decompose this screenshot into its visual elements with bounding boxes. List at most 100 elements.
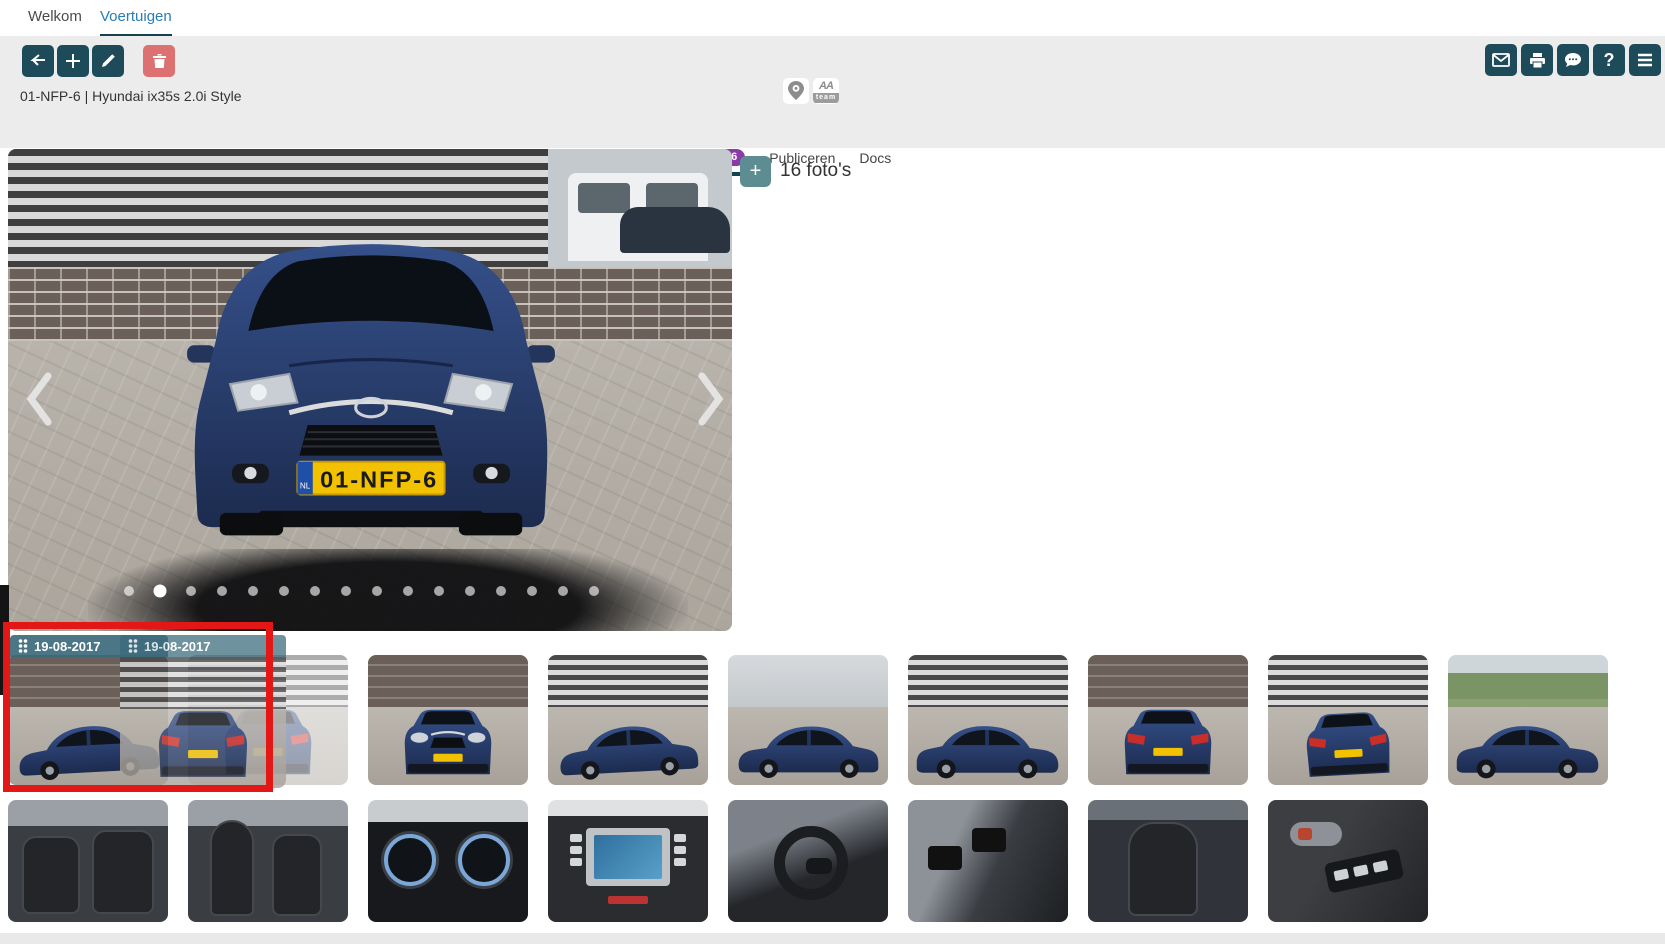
carousel-dot[interactable] <box>217 586 227 596</box>
car-rear-right-view <box>1286 706 1409 782</box>
car-side-view <box>912 717 1064 779</box>
menu-button[interactable] <box>1629 44 1661 76</box>
tab-docs[interactable]: Docs <box>859 150 891 176</box>
carousel-dot[interactable] <box>341 586 351 596</box>
speedometer <box>384 834 436 886</box>
carousel-dot[interactable] <box>465 586 475 596</box>
main-photo-car-front: NL 01-NFP-6 <box>136 204 606 554</box>
header: ? 01-NFP-6 | Hyundai ix35s 2.0i Style AA… <box>0 36 1665 148</box>
drag-preview-image <box>120 657 286 788</box>
aa-logo-subtext: team <box>813 93 839 103</box>
back-arrow-icon <box>29 52 47 70</box>
add-photo-button[interactable]: + <box>740 156 771 187</box>
photo-thumbnail-11[interactable] <box>188 800 348 922</box>
thumbnail-date: 19-08-2017 <box>34 639 101 654</box>
vehicle-title: 01-NFP-6 | Hyundai ix35s 2.0i Style <box>20 88 242 104</box>
front-seats-photo <box>188 800 348 922</box>
chat-button[interactable] <box>1557 44 1589 76</box>
photo-thumbnail-14[interactable] <box>728 800 888 922</box>
chat-bubble-icon <box>1564 52 1582 69</box>
carousel-dot-active[interactable] <box>154 585 167 598</box>
app-window: Welkom Voertuigen ? 01-NFP-6 <box>0 0 1665 944</box>
carousel-next-button[interactable] <box>696 371 726 427</box>
photo-carousel: NL 01-NFP-6 <box>8 149 732 631</box>
car-rear-view <box>1113 705 1223 779</box>
carousel-dot[interactable] <box>279 586 289 596</box>
drag-preview-date: 19-08-2017 <box>144 639 211 654</box>
carousel-dot[interactable] <box>186 586 196 596</box>
front-seat-photo <box>1088 800 1248 922</box>
background-car <box>620 207 730 253</box>
carousel-prev-button[interactable] <box>24 371 54 427</box>
car-rear-quarter-view <box>147 706 259 782</box>
dashboard-vents <box>928 846 962 870</box>
drag-preview[interactable]: 19-08-2017 <box>120 635 286 788</box>
photo-thumbnail-4[interactable] <box>548 655 708 785</box>
carousel-dot[interactable] <box>248 586 258 596</box>
printer-icon <box>1529 52 1546 69</box>
plus-icon <box>65 53 81 69</box>
photo-thumbnail-3[interactable] <box>368 655 528 785</box>
carousel-dot[interactable] <box>403 586 413 596</box>
car-side-profile-view <box>1452 717 1604 779</box>
drag-handle-icon <box>18 639 28 653</box>
rear-seats-photo <box>8 800 168 922</box>
photo-thumbnail-8[interactable] <box>1268 655 1428 785</box>
map-pin-icon <box>788 81 804 101</box>
tab-label: Docs <box>859 150 891 166</box>
photo-thumbnail-16[interactable] <box>1088 800 1248 922</box>
hamburger-menu-icon <box>1637 53 1653 67</box>
tab-voertuigen[interactable]: Voertuigen <box>100 8 172 37</box>
carousel-dot[interactable] <box>372 586 382 596</box>
plate-number: 01-NFP-6 <box>320 466 438 492</box>
carousel-dot[interactable] <box>434 586 444 596</box>
photo-thumbnail-9[interactable] <box>1448 655 1608 785</box>
photo-thumbnail-7[interactable] <box>1088 655 1248 785</box>
location-publish-button[interactable] <box>783 78 809 104</box>
carousel-dot[interactable] <box>558 586 568 596</box>
aa-team-publish-button[interactable]: AA team <box>813 78 839 104</box>
photo-count-label: 16 foto's <box>780 160 851 182</box>
door-handle <box>1290 822 1342 846</box>
carousel-dot[interactable] <box>589 586 599 596</box>
question-mark-icon: ? <box>1604 50 1615 71</box>
tachometer <box>458 834 510 886</box>
delete-button[interactable] <box>143 45 175 77</box>
trash-icon <box>152 53 167 69</box>
car-front-right-view <box>552 713 703 783</box>
carousel-dot[interactable] <box>527 586 537 596</box>
license-plate: NL 01-NFP-6 <box>297 462 444 495</box>
photo-thumbnail-6[interactable] <box>908 655 1068 785</box>
drag-preview-date-header: 19-08-2017 <box>120 635 286 657</box>
pencil-icon <box>100 53 116 69</box>
back-button[interactable] <box>22 45 54 77</box>
carousel-dot[interactable] <box>496 586 506 596</box>
car-front-view <box>393 705 503 779</box>
car-rear-side-view <box>733 717 883 779</box>
plate-country-label: NL <box>300 481 311 490</box>
photo-thumbnail-5[interactable] <box>728 655 888 785</box>
photo-thumbnail-15[interactable] <box>908 800 1068 922</box>
help-button[interactable]: ? <box>1593 44 1625 76</box>
carousel-dot[interactable] <box>310 586 320 596</box>
window-tab-bar: Welkom Voertuigen <box>0 0 1665 36</box>
photo-thumbnail-17[interactable] <box>1268 800 1428 922</box>
carousel-dots <box>124 586 599 596</box>
tab-welkom[interactable]: Welkom <box>28 8 82 34</box>
envelope-icon <box>1492 53 1510 67</box>
photo-thumbnail-10[interactable] <box>8 800 168 922</box>
print-button[interactable] <box>1521 44 1553 76</box>
photo-thumbnail-13[interactable] <box>548 800 708 922</box>
aa-logo-text: AA <box>819 79 833 93</box>
carousel-dot[interactable] <box>124 586 134 596</box>
steering-hub <box>806 858 832 874</box>
navigation-screen <box>586 828 670 886</box>
edit-button[interactable] <box>92 45 124 77</box>
screenshot-artifact-strip <box>0 585 9 695</box>
photo-thumbnail-12[interactable] <box>368 800 528 922</box>
add-button[interactable] <box>57 45 89 77</box>
drag-handle-icon <box>128 639 138 653</box>
window-switches <box>1324 848 1405 893</box>
mail-button[interactable] <box>1485 44 1517 76</box>
page-footer-strip <box>0 933 1665 944</box>
